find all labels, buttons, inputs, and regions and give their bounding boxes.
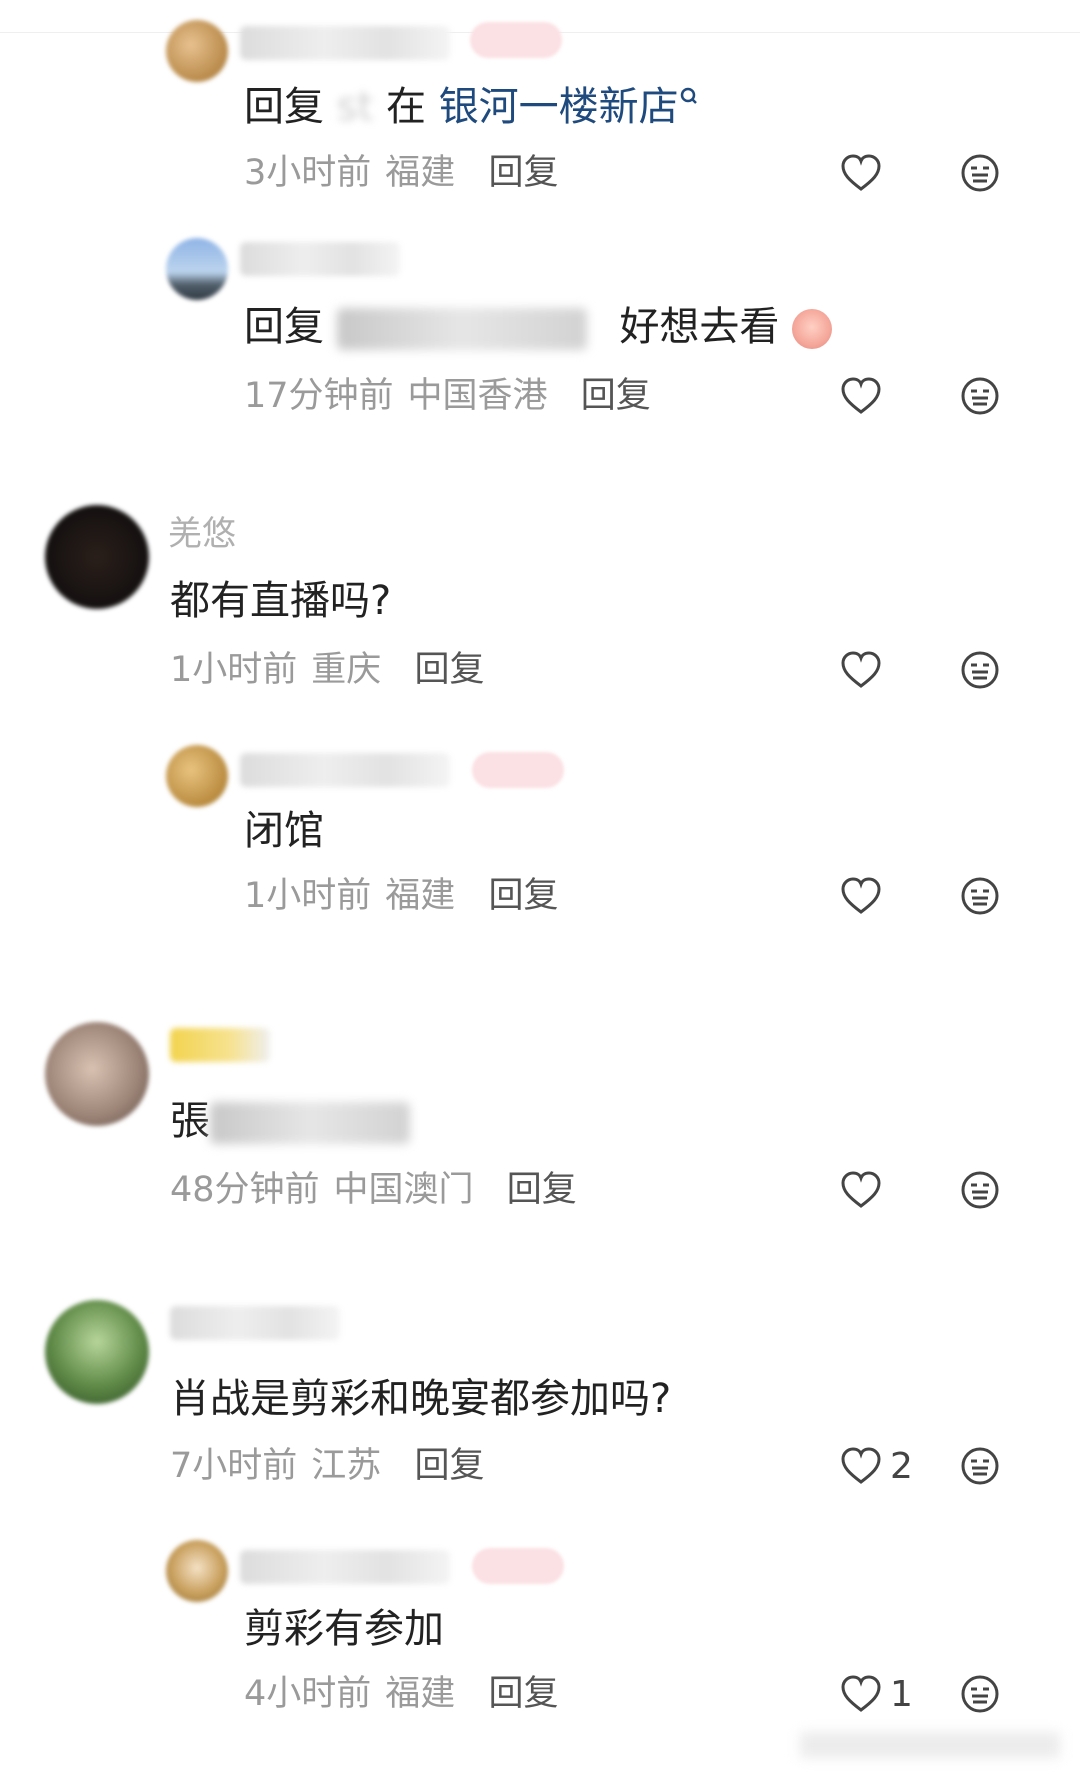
username-redacted[interactable] (240, 753, 450, 787)
comment-meta: 3小时前 福建 回复 (244, 151, 558, 195)
comment-text: 張 (170, 1096, 410, 1146)
comment-meta: 1小时前 福建 回复 (244, 874, 558, 918)
heart-outline-icon (841, 877, 881, 914)
username-redacted[interactable] (170, 1306, 340, 1340)
reply-button[interactable]: 回复 (414, 650, 484, 690)
avatar[interactable] (166, 20, 228, 82)
username-redacted[interactable] (170, 1028, 270, 1062)
username-redacted[interactable] (240, 1550, 450, 1584)
heart-outline-icon (841, 651, 881, 688)
reply-button[interactable]: 回复 (488, 1674, 558, 1714)
unamused-face-icon[interactable] (960, 876, 1000, 916)
comment-meta: 7小时前 江苏 回复 (170, 1444, 484, 1488)
location: 福建 (385, 1674, 456, 1714)
avatar[interactable] (166, 1540, 228, 1602)
reply-button[interactable]: 回复 (581, 376, 651, 416)
like-button[interactable] (840, 374, 882, 418)
timestamp: 1小时前 (170, 650, 298, 690)
reply-button[interactable]: 回复 (488, 153, 558, 193)
author-badge (472, 1548, 564, 1584)
timestamp: 17分钟前 (244, 376, 394, 416)
comment-text: 回复 st 在 银河一楼新店 (244, 82, 699, 132)
username-redacted[interactable] (240, 26, 450, 60)
watermark-redacted (800, 1732, 1060, 1758)
mention-redacted (336, 308, 587, 350)
comment-meta: 1小时前 重庆 回复 (170, 648, 484, 692)
username-redacted[interactable] (240, 242, 400, 276)
unamused-face-icon[interactable] (960, 650, 1000, 690)
heart-outline-icon (841, 1447, 881, 1484)
author-badge (472, 752, 564, 788)
comment-text: 肖战是剪彩和晚宴都参加吗? (170, 1376, 672, 1422)
location: 中国香港 (407, 376, 548, 416)
like-button[interactable]: 1 (840, 1672, 913, 1716)
avatar[interactable] (45, 1300, 149, 1404)
heart-outline-icon (841, 377, 881, 414)
like-button[interactable] (840, 874, 882, 918)
comment-text: 闭馆 (244, 808, 324, 854)
like-button[interactable]: 2 (840, 1444, 913, 1488)
location: 福建 (385, 876, 456, 916)
reply-button[interactable]: 回复 (414, 1446, 484, 1486)
heart-outline-icon (841, 1171, 881, 1208)
search-icon[interactable] (679, 86, 699, 112)
timestamp: 3小时前 (244, 153, 372, 193)
unamused-face-icon[interactable] (960, 153, 1000, 193)
unamused-face-icon[interactable] (960, 376, 1000, 416)
avatar[interactable] (45, 1022, 149, 1126)
like-button[interactable] (840, 1168, 882, 1212)
comment-text: 剪彩有参加 (244, 1606, 444, 1652)
location: 江苏 (311, 1446, 382, 1486)
heart-outline-icon (841, 154, 881, 191)
unamused-face-icon[interactable] (960, 1674, 1000, 1714)
timestamp: 7小时前 (170, 1446, 298, 1486)
comment-meta: 17分钟前 中国香港 回复 (244, 374, 651, 418)
like-count: 1 (890, 1673, 913, 1715)
location: 中国澳门 (333, 1170, 474, 1210)
username[interactable]: 羌悠 (168, 514, 236, 554)
location-link[interactable]: 银河一楼新店 (439, 84, 679, 130)
unamused-face-icon[interactable] (960, 1446, 1000, 1486)
unamused-face-icon[interactable] (960, 1170, 1000, 1210)
location: 重庆 (311, 650, 382, 690)
comment-text: 都有直播吗? (170, 578, 392, 624)
timestamp: 48分钟前 (170, 1170, 320, 1210)
blushing-face-emoji-icon (792, 309, 833, 349)
comment-text: 回复 好想去看 (244, 302, 833, 352)
comment-meta: 4小时前 福建 回复 (244, 1672, 558, 1716)
timestamp: 1小时前 (244, 876, 372, 916)
like-button[interactable] (840, 648, 882, 692)
reply-button[interactable]: 回复 (507, 1170, 577, 1210)
author-badge (470, 22, 562, 58)
location: 福建 (385, 153, 456, 193)
reply-button[interactable]: 回复 (488, 876, 558, 916)
avatar[interactable] (45, 505, 149, 609)
like-count: 2 (890, 1445, 913, 1487)
comment-meta: 48分钟前 中国澳门 回复 (170, 1168, 577, 1212)
heart-outline-icon (841, 1675, 881, 1712)
avatar[interactable] (166, 238, 228, 300)
avatar[interactable] (166, 745, 228, 807)
text-redacted (210, 1102, 410, 1144)
like-button[interactable] (840, 151, 882, 195)
timestamp: 4小时前 (244, 1674, 372, 1714)
